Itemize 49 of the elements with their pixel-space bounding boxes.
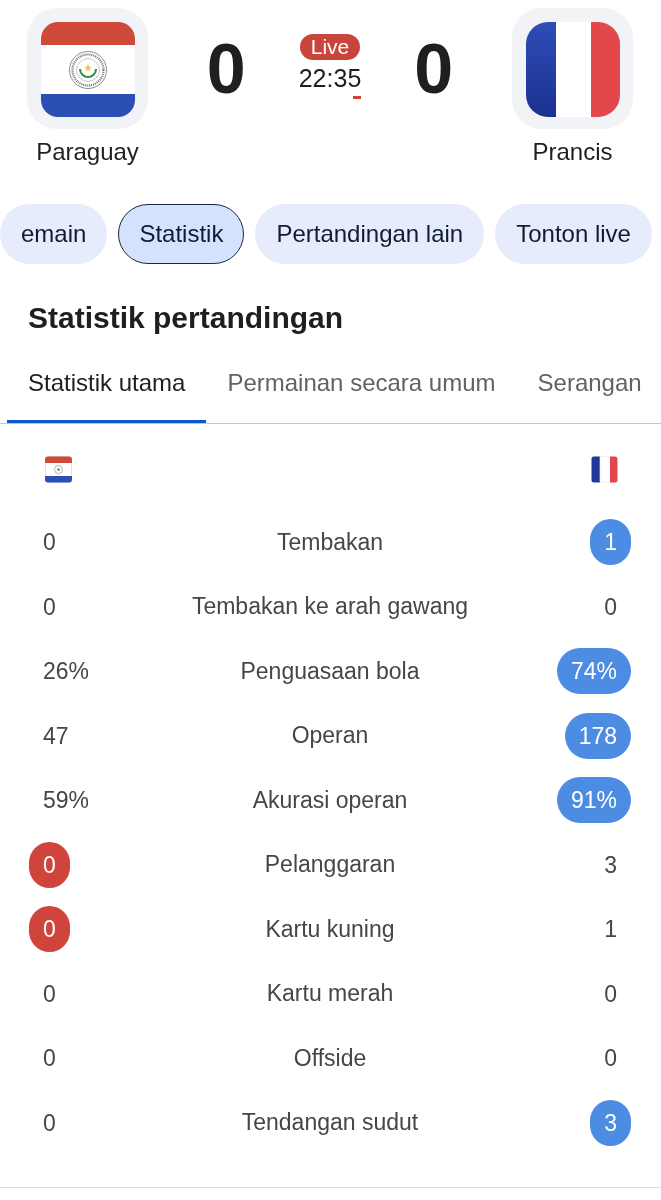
nav-chip[interactable]: Tonton live bbox=[495, 204, 652, 264]
team-score: 0 bbox=[206, 33, 246, 104]
stat-value: 91% bbox=[556, 777, 631, 824]
stat-value: 59% bbox=[42, 786, 91, 816]
stat-label: Kartu kuning bbox=[265, 915, 395, 943]
stat-value: 74% bbox=[556, 648, 631, 695]
dash-icon bbox=[353, 96, 362, 99]
stat-label: Tendangan sudut bbox=[241, 1109, 419, 1137]
stat-label: Operan bbox=[291, 722, 369, 750]
stat-value: 0 bbox=[42, 592, 57, 622]
stat-value: 0 bbox=[42, 1108, 57, 1138]
stat-label: Penguasaan bola bbox=[240, 657, 420, 685]
stat-label: Offside bbox=[293, 1044, 367, 1072]
stat-value: 47 bbox=[42, 721, 70, 751]
stat-value: 0 bbox=[42, 528, 57, 558]
stat-value: 0 bbox=[603, 1044, 618, 1074]
match-clock: 22:35 bbox=[298, 63, 362, 93]
stat-value: 178 bbox=[564, 712, 631, 759]
stat-value: 3 bbox=[603, 850, 618, 880]
nav-chip[interactable]: Statistik bbox=[118, 204, 245, 264]
section-title: Statistik pertandingan bbox=[28, 300, 345, 336]
stats-tab[interactable]: Permainan secara umum bbox=[206, 345, 517, 423]
stat-value: 0 bbox=[29, 841, 70, 888]
flag-icon bbox=[591, 456, 618, 483]
stat-value: 0 bbox=[29, 906, 70, 953]
stat-label: Tembakan bbox=[276, 528, 384, 556]
flag-icon bbox=[27, 8, 148, 129]
stat-value: 0 bbox=[603, 592, 618, 622]
stat-value: 0 bbox=[603, 979, 618, 1009]
nav-chip[interactable]: Pertandingan lain bbox=[255, 204, 485, 264]
stat-value: 0 bbox=[42, 979, 57, 1009]
team-name: Paraguay bbox=[36, 138, 139, 166]
stats-tab[interactable]: Statistik utama bbox=[7, 345, 207, 423]
nav-chip[interactable]: emain bbox=[0, 204, 108, 264]
stat-label: Tembakan ke arah gawang bbox=[191, 593, 469, 621]
stat-value: 3 bbox=[590, 1099, 631, 1146]
stat-value: 0 bbox=[42, 1044, 57, 1074]
stats-tab[interactable]: Serangan bbox=[516, 345, 661, 423]
stat-label: Kartu merah bbox=[266, 980, 394, 1008]
flag-icon bbox=[45, 456, 72, 483]
stat-value: 26% bbox=[42, 657, 91, 687]
flag-icon bbox=[512, 8, 633, 129]
team-name: Prancis bbox=[532, 138, 613, 166]
stat-value: 1 bbox=[603, 915, 618, 945]
stat-label: Akurasi operan bbox=[252, 786, 408, 814]
live-badge: Live bbox=[299, 34, 361, 60]
stat-value: 1 bbox=[590, 519, 631, 566]
stat-label: Pelanggaran bbox=[264, 851, 396, 879]
team-score: 0 bbox=[414, 33, 454, 104]
